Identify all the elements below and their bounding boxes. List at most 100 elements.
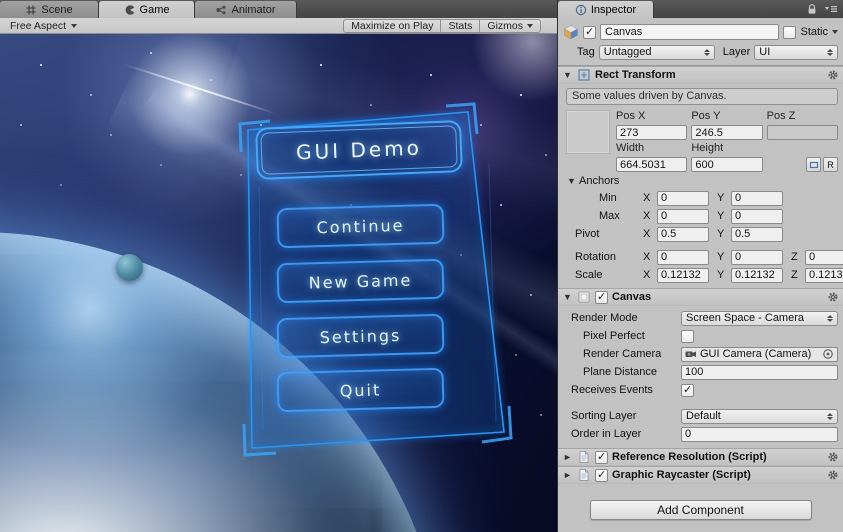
raw-edit-mode-button[interactable]: R: [823, 157, 838, 172]
script-enabled-checkbox[interactable]: [595, 450, 608, 464]
height-field[interactable]: [691, 157, 763, 172]
tab-animator-label: Animator: [231, 3, 276, 16]
foldout-closed-icon[interactable]: ►: [562, 452, 573, 462]
game-menu-title: GUI Demo: [295, 135, 423, 165]
pixel-perfect-checkbox[interactable]: [681, 329, 694, 343]
graphic-raycaster-header[interactable]: ► Graphic Raycaster (Script): [558, 466, 843, 484]
inspector-body: Static Tag Untagged Layer UI: [558, 18, 843, 532]
object-picker-icon[interactable]: [822, 348, 834, 360]
maximize-on-play-label: Maximize on Play: [351, 19, 434, 32]
anchor-min-x-field[interactable]: [657, 190, 709, 206]
anchors-foldout[interactable]: ▼ Anchors: [562, 172, 838, 189]
order-in-layer-field[interactable]: [681, 426, 838, 442]
gear-icon[interactable]: [827, 469, 839, 481]
sorting-layer-label: Sorting Layer: [571, 410, 637, 422]
render-mode-dropdown[interactable]: Screen Space - Camera: [681, 310, 838, 326]
gear-icon[interactable]: [827, 69, 839, 81]
anchor-max-x-field[interactable]: [657, 208, 709, 224]
blueprint-icon: [809, 160, 819, 170]
rect-transform-header[interactable]: ▼ Rect Transform: [558, 66, 843, 84]
script-icon: [577, 450, 591, 464]
plane-distance-label: Plane Distance: [583, 366, 657, 378]
gizmos-dropdown[interactable]: Gizmos: [479, 18, 541, 33]
game-menu-title-frame: GUI Demo: [255, 120, 463, 180]
tab-scene[interactable]: Scene: [0, 1, 99, 18]
canvas-component-header[interactable]: ▼ Canvas: [558, 288, 843, 306]
left-tab-bar: Scene Game Animator: [0, 0, 557, 18]
rect-transform-body: Some values driven by Canvas. Pos X Pos …: [558, 84, 843, 288]
rotation-y-field[interactable]: [731, 249, 783, 265]
tag-dropdown[interactable]: Untagged: [598, 44, 715, 60]
tab-inspector-label: Inspector: [590, 3, 637, 16]
height-label: Height: [691, 142, 724, 154]
static-checkbox[interactable]: [783, 25, 797, 39]
pixel-perfect-label: Pixel Perfect: [583, 330, 645, 342]
anchor-max-y-field[interactable]: [731, 208, 783, 224]
x-axis-label: X: [643, 251, 651, 263]
layer-dropdown[interactable]: UI: [754, 44, 838, 60]
pos-x-field[interactable]: [616, 125, 688, 140]
pos-z-field[interactable]: [766, 125, 838, 140]
tab-animator[interactable]: Animator: [195, 1, 297, 18]
menu-button-settings[interactable]: Settings: [276, 313, 445, 359]
lock-icon[interactable]: [806, 3, 818, 15]
animator-icon: [215, 4, 227, 16]
gameobject-name-input[interactable]: [600, 24, 780, 40]
anchor-preset-preview[interactable]: [566, 110, 610, 154]
gear-icon[interactable]: [827, 291, 839, 303]
y-axis-label: Y: [717, 251, 725, 263]
script-enabled-checkbox[interactable]: [595, 468, 608, 482]
menu-button-new-game[interactable]: New Game: [276, 258, 445, 304]
rotation-z-field[interactable]: [805, 249, 843, 265]
foldout-open-icon[interactable]: ▼: [566, 176, 577, 186]
plane-distance-field[interactable]: [681, 364, 838, 380]
y-axis-label: Y: [717, 269, 725, 281]
anchor-min-y-field[interactable]: [731, 190, 783, 206]
tag-value: Untagged: [603, 46, 652, 58]
scale-row: Scale X Y Z: [562, 266, 843, 284]
x-axis-label: X: [643, 228, 651, 240]
component-title: Canvas: [612, 291, 652, 303]
game-view-pane: Scene Game Animator Free Aspect Maximize…: [0, 0, 557, 532]
sorting-layer-dropdown[interactable]: Default: [681, 408, 838, 424]
scale-y-field[interactable]: [731, 267, 783, 283]
y-axis-label: Y: [717, 192, 725, 204]
max-label: Max: [599, 210, 620, 222]
add-component-button[interactable]: Add Component: [589, 500, 812, 520]
aspect-dropdown[interactable]: Free Aspect: [4, 19, 83, 33]
pos-y-field[interactable]: [691, 125, 763, 140]
scale-z-field[interactable]: [805, 267, 843, 283]
canvas-enabled-checkbox[interactable]: [595, 290, 608, 304]
tab-game[interactable]: Game: [99, 1, 195, 18]
component-title: Rect Transform: [595, 69, 676, 81]
maximize-on-play-button[interactable]: Maximize on Play: [343, 18, 442, 33]
scene-grid-icon: [25, 4, 37, 16]
foldout-open-icon[interactable]: ▼: [562, 292, 573, 302]
render-camera-label: Render Camera: [583, 348, 662, 360]
pivot-x-field[interactable]: [657, 226, 709, 242]
render-mode-value: Screen Space - Camera: [686, 312, 804, 324]
static-dropdown-icon[interactable]: [832, 30, 838, 34]
menu-button-quit[interactable]: Quit: [276, 367, 445, 413]
tab-inspector[interactable]: Inspector: [558, 1, 654, 18]
tab-menu-icon[interactable]: [824, 3, 838, 15]
foldout-open-icon[interactable]: ▼: [562, 70, 573, 80]
menu-button-continue[interactable]: Continue: [276, 203, 445, 249]
rotation-x-field[interactable]: [657, 249, 709, 265]
foldout-closed-icon[interactable]: ►: [562, 470, 573, 480]
gameobject-active-checkbox[interactable]: [583, 25, 596, 39]
blueprint-mode-button[interactable]: [806, 157, 821, 172]
stats-button[interactable]: Stats: [440, 18, 481, 33]
receives-events-checkbox[interactable]: [681, 383, 694, 397]
popup-arrows-icon: [827, 48, 833, 56]
layer-value: UI: [759, 46, 771, 58]
aspect-dropdown-label: Free Aspect: [10, 19, 67, 32]
render-camera-object-field[interactable]: GUI Camera (Camera): [681, 346, 838, 362]
rect-transform-icon: [577, 68, 591, 82]
gizmos-label: Gizmos: [487, 19, 523, 32]
reference-resolution-header[interactable]: ► Reference Resolution (Script): [558, 448, 843, 466]
gear-icon[interactable]: [827, 451, 839, 463]
width-field[interactable]: [616, 157, 688, 172]
pivot-y-field[interactable]: [731, 226, 783, 242]
scale-x-field[interactable]: [657, 267, 709, 283]
